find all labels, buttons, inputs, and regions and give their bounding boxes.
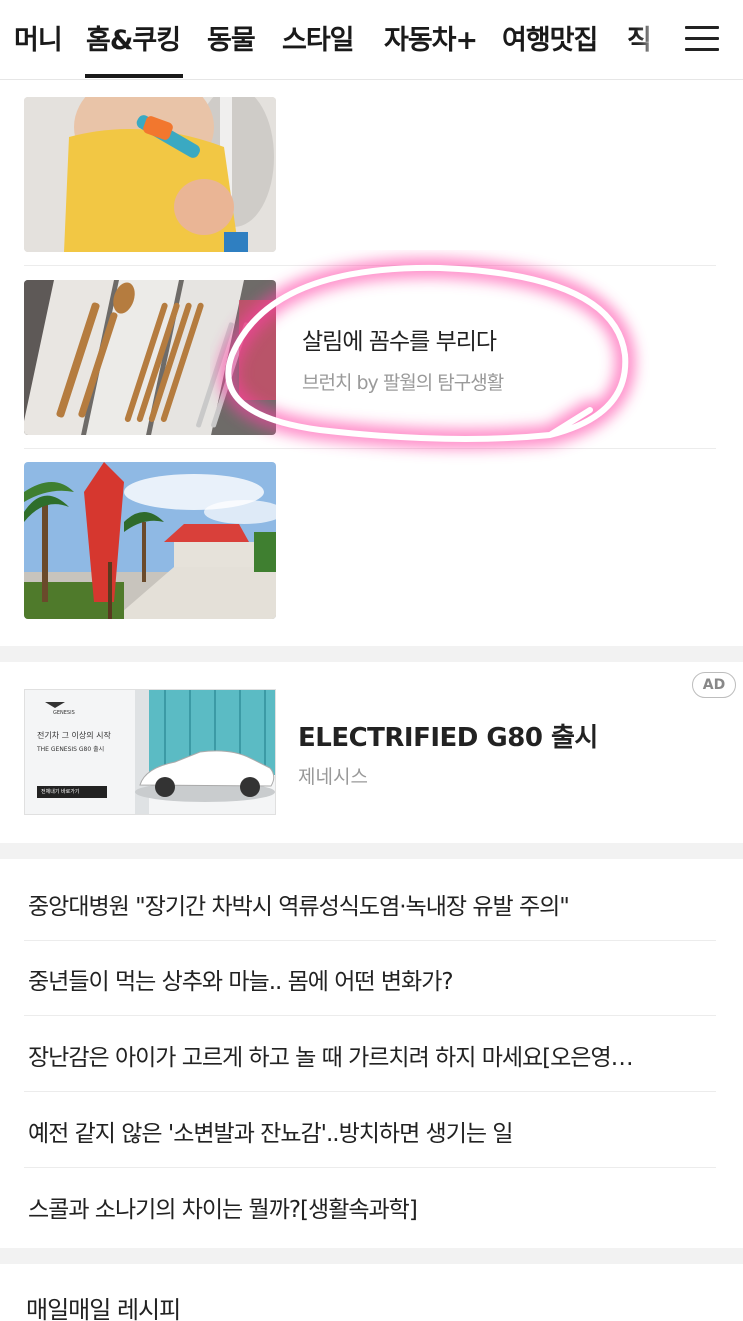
article-thumbnail-cutlery[interactable] <box>24 280 276 435</box>
article-thumbnail-palm[interactable] <box>24 462 276 619</box>
menu-button[interactable] <box>663 0 743 78</box>
ad-thumb-line1: 전기차 그 이상의 시작 <box>37 731 111 740</box>
ad-thumb-cta: 전체내기 바로가기 <box>37 786 107 798</box>
headline-link[interactable]: 스콜과 소나기의 차이는 뭘까?[생활속과학] <box>28 1190 716 1224</box>
hamburger-icon-bar <box>685 48 719 51</box>
ad-thumb-line2: THE GENESIS G80 출시 <box>37 746 105 753</box>
ad-thumb-brand: GENESIS <box>53 710 75 716</box>
section-separator <box>0 1248 743 1264</box>
palm-photo <box>24 462 276 619</box>
cutlery-photo <box>24 280 276 435</box>
hamburger-icon <box>685 26 719 29</box>
tab-home-cooking[interactable]: 홈&쿠킹 <box>86 18 181 57</box>
highlight-loop <box>218 257 636 449</box>
headline-link[interactable]: 예전 같지 않은 '소변발과 잔뇨감'..방치하면 생기는 일 <box>28 1114 716 1148</box>
headline-divider <box>24 1091 716 1092</box>
ad-badge: AD <box>692 672 736 698</box>
row-divider <box>24 448 716 449</box>
section-title-recipe[interactable]: 매일매일 레시피 <box>26 1290 181 1321</box>
headline-divider <box>24 1015 716 1016</box>
section-separator <box>0 646 743 662</box>
tab-job[interactable]: 직 <box>627 18 652 57</box>
ad-title[interactable]: ELECTRIFIED G80 출시 <box>298 717 598 754</box>
article-source: 브런치 by 팔월의 탐구생활 <box>302 372 504 394</box>
headline-divider <box>24 1167 716 1168</box>
headline-link[interactable]: 장난감은 아이가 고르게 하고 놀 때 가르치려 하지 마세요[오은영… <box>28 1038 716 1072</box>
ad-thumbnail[interactable]: GENESIS 전기차 그 이상의 시작 THE GENESIS G80 출시 … <box>24 689 276 815</box>
hamburger-icon-bar <box>685 37 719 40</box>
tab-money[interactable]: 머니 <box>14 18 63 57</box>
tab-travel-food[interactable]: 여행맛집 <box>502 18 598 57</box>
headline-link[interactable]: 중앙대병원 "장기간 차박시 역류성식도염·녹내장 유발 주의" <box>28 887 716 921</box>
article-thumbnail-baby[interactable] <box>24 97 276 252</box>
section-separator <box>0 843 743 859</box>
tab-style[interactable]: 스타일 <box>282 18 355 57</box>
tab-animals[interactable]: 동물 <box>207 18 256 57</box>
ad-sponsor: 제네시스 <box>298 766 368 788</box>
category-nav: 머니 홈&쿠킹 동물 스타일 자동차+ 여행맛집 직 <box>0 0 743 80</box>
headline-divider <box>24 940 716 941</box>
baby-photo <box>24 97 276 252</box>
article-title[interactable]: 살림에 꼼수를 부리다 <box>302 322 497 356</box>
active-tab-indicator <box>85 74 183 78</box>
headline-link[interactable]: 중년들이 먹는 상추와 마늘.. 몸에 어떤 변화가? <box>28 962 716 996</box>
row-divider <box>24 265 716 266</box>
tab-car[interactable]: 자동차+ <box>384 18 478 57</box>
